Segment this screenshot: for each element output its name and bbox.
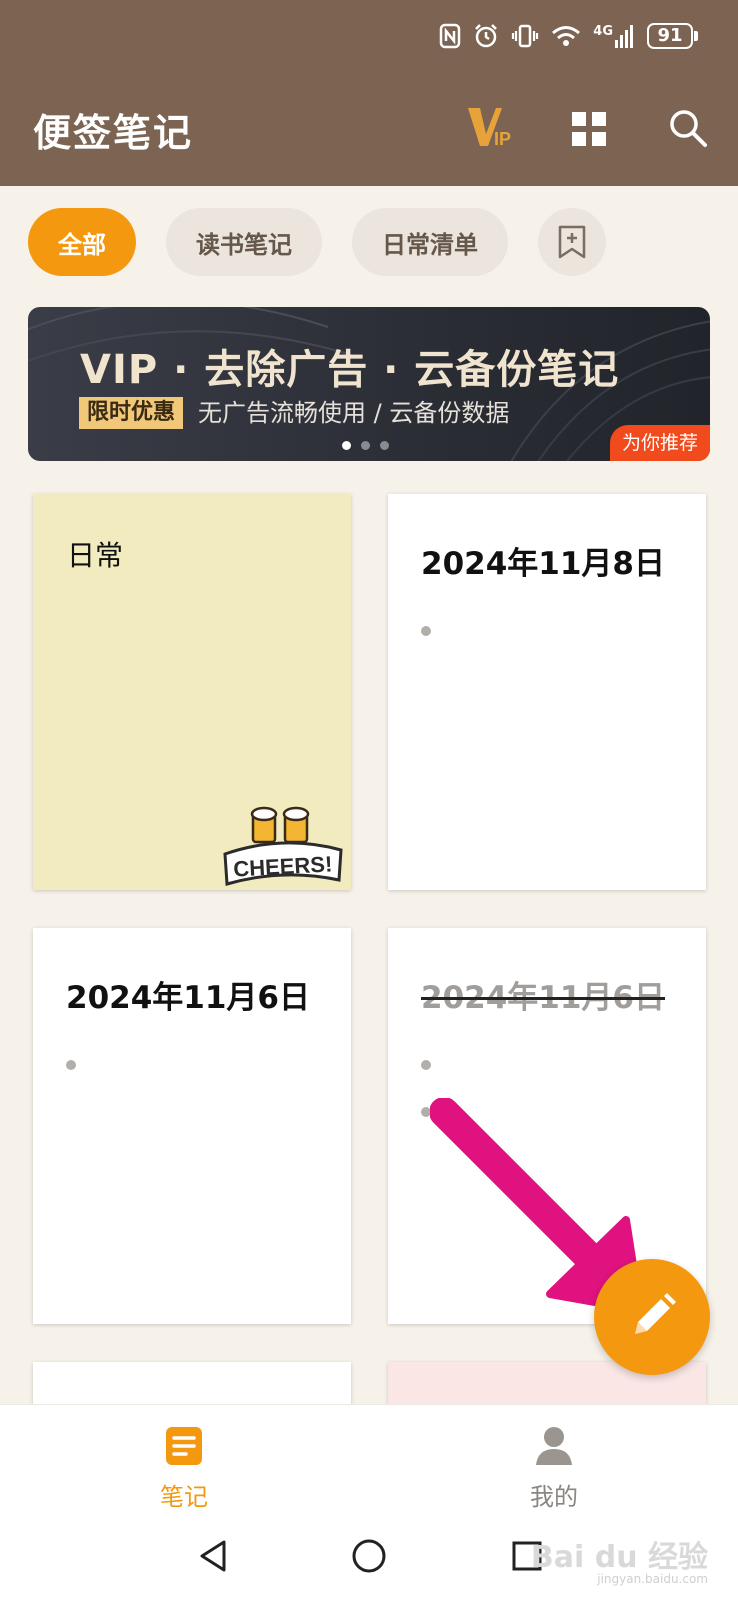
banner-dot-2[interactable] <box>361 441 370 450</box>
nav-profile[interactable]: 我的 <box>494 1425 614 1512</box>
profile-icon <box>536 1427 572 1465</box>
banner-title: VIP · 去除广告 · 云备份笔记 <box>80 347 620 393</box>
pencil-icon <box>635 1293 676 1334</box>
checklist-bullet <box>421 1060 431 1070</box>
note-title: 日常 <box>67 539 124 572</box>
note-card[interactable]: 2024年11月8日 <box>388 494 706 890</box>
new-note-button[interactable] <box>594 1259 710 1375</box>
grid-icon[interactable] <box>572 112 606 150</box>
network-type-label: 4G <box>593 23 613 39</box>
back-icon[interactable] <box>196 1538 230 1574</box>
vip-promo-banner[interactable]: VIP · 去除广告 · 云备份笔记 限时优惠 无广告流畅使用 / 云备份数据 … <box>28 307 710 461</box>
nav-notes[interactable]: 笔记 <box>124 1425 244 1512</box>
svg-text:IP: IP <box>494 129 511 148</box>
nfc-icon <box>440 23 461 49</box>
sticker-text: CHEERS! <box>233 851 333 881</box>
bookmark-add-icon <box>558 225 586 259</box>
banner-subtitle: 无广告流畅使用 / 云备份数据 <box>198 399 510 427</box>
note-title: 2024年11月8日 <box>421 546 665 582</box>
watermark: Bai du 经验 jingyan.baidu.com <box>531 1532 708 1586</box>
banner-pagination <box>342 441 389 450</box>
banner-tag: 限时优惠 <box>79 397 184 429</box>
status-bar: 4G 91 <box>439 20 698 52</box>
banner-dot-1[interactable] <box>342 441 351 450</box>
alarm-icon <box>475 24 498 48</box>
tab-reading-notes[interactable]: 读书笔记 <box>166 208 322 276</box>
add-category-button[interactable] <box>538 208 606 276</box>
app-header: 4G 91 便签笔记 IP <box>0 0 738 186</box>
vip-icon[interactable]: IP <box>466 104 514 152</box>
banner-dot-3[interactable] <box>380 441 389 450</box>
wifi-icon <box>552 26 581 46</box>
cheers-sticker: CHEERS! <box>223 806 343 886</box>
tab-all[interactable]: 全部 <box>28 208 136 276</box>
battery-indicator: 91 <box>647 23 698 49</box>
vibrate-icon <box>512 24 539 48</box>
search-icon[interactable] <box>668 108 708 152</box>
recommend-badge: 为你推荐 <box>609 425 710 461</box>
signal-icon <box>615 25 633 48</box>
home-icon[interactable] <box>351 1538 387 1574</box>
checklist-bullet <box>66 1060 76 1070</box>
battery-level: 91 <box>647 23 693 49</box>
tab-daily-list[interactable]: 日常清单 <box>352 208 508 276</box>
watermark-text: Bai du 经验 <box>530 1540 708 1575</box>
app-title: 便签笔记 <box>33 111 194 155</box>
category-tabs: 全部 读书笔记 日常清单 <box>28 208 606 276</box>
checklist-bullet <box>421 626 431 636</box>
notes-icon <box>166 1427 202 1465</box>
system-navigation-bar: Bai du 经验 jingyan.baidu.com <box>0 1522 738 1600</box>
note-card[interactable]: 日常 CHEERS! <box>33 494 351 890</box>
bottom-navigation: 笔记 我的 <box>0 1404 738 1522</box>
note-title: 2024年11月6日 <box>421 980 665 1016</box>
nav-notes-label: 笔记 <box>160 1483 208 1511</box>
nav-profile-label: 我的 <box>530 1483 578 1511</box>
note-card[interactable]: 2024年11月6日 <box>33 928 351 1324</box>
note-title: 2024年11月6日 <box>66 980 310 1016</box>
